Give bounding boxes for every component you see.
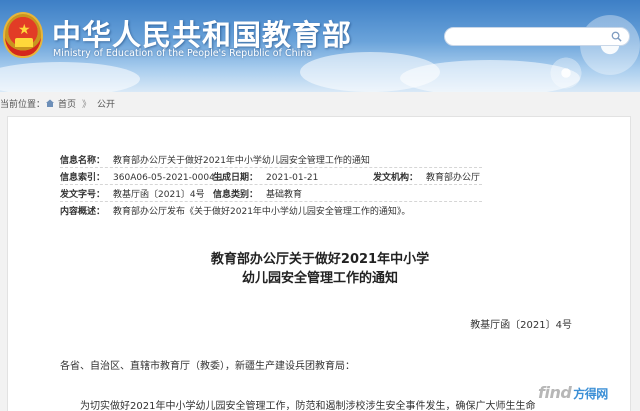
- document-number: 教基厅函〔2021〕4号: [470, 320, 572, 331]
- search-box[interactable]: [444, 27, 630, 46]
- meta-value: 教育部办公厅发布《关于做好2021年中小学幼儿园安全管理工作的通知》。: [113, 207, 411, 217]
- meta-label: 信息类别：: [213, 190, 259, 200]
- meta-value: 360A06-05-2021-0004-1: [113, 173, 224, 183]
- meta-value: 教育部办公厅: [426, 173, 481, 183]
- search-icon[interactable]: [611, 31, 622, 42]
- meta-label: 生成日期：: [213, 173, 259, 183]
- watermark-cn: 方得网: [573, 387, 608, 401]
- meta-value: 2021-01-21: [266, 173, 319, 183]
- meta-doc-number: 发文字号： 教基厅函〔2021〕4号: [60, 187, 205, 200]
- meta-info-name: 信息名称： 教育部办公厅关于做好2021年中小学幼儿园安全管理工作的通知: [60, 153, 370, 166]
- watermark-logo: find 方得网: [538, 383, 608, 402]
- meta-value: 教基厅函〔2021〕4号: [113, 190, 205, 200]
- meta-value: 基础教育: [266, 190, 303, 200]
- meta-summary: 内容概述： 教育部办公厅发布《关于做好2021年中小学幼儿园安全管理工作的通知》。: [60, 204, 410, 217]
- meta-label: 发文字号：: [60, 190, 106, 200]
- meta-divider: [60, 201, 482, 202]
- watermark-latin: find: [538, 383, 572, 402]
- meta-date: 生成日期： 2021-01-21: [213, 170, 318, 183]
- meta-category: 信息类别： 基础教育: [213, 187, 302, 200]
- home-icon: [46, 99, 55, 107]
- document-title-line2: 幼儿园安全管理工作的通知: [241, 271, 398, 286]
- content-panel: 信息名称： 教育部办公厅关于做好2021年中小学幼儿园安全管理工作的通知 信息索引…: [7, 116, 631, 411]
- breadcrumb-prefix: 当前位置：: [0, 99, 46, 110]
- breadcrumb: 当前位置： 首页 》 公开: [0, 96, 115, 110]
- search-input[interactable]: [453, 29, 603, 44]
- meta-divider: [60, 167, 482, 168]
- breadcrumb-home[interactable]: 首页: [58, 97, 76, 110]
- breadcrumb-current[interactable]: 公开: [97, 97, 115, 110]
- dandelion-decoration: [548, 55, 584, 91]
- meta-label: 发文机构：: [373, 173, 419, 183]
- document-recipient: 各省、自治区、直辖市教育厅（教委），新疆生产建设兵团教育局：: [60, 361, 355, 372]
- meta-index: 信息索引： 360A06-05-2021-0004-1: [60, 170, 224, 183]
- header-cloud: [0, 62, 140, 92]
- document-title-line1: 教育部办公厅关于做好2021年中小学: [210, 252, 430, 267]
- meta-label: 信息索引：: [60, 173, 106, 183]
- breadcrumb-separator: 》: [82, 99, 92, 110]
- site-header: ★ 中华人民共和国教育部 Ministry of Education of th…: [0, 0, 640, 92]
- meta-label: 信息名称：: [60, 156, 106, 166]
- meta-divider: [60, 184, 482, 185]
- meta-issuer: 发文机构： 教育部办公厅: [373, 170, 480, 183]
- site-subtitle: Ministry of Education of the People's Re…: [53, 48, 313, 59]
- national-emblem-icon: ★: [3, 12, 43, 58]
- document-body-text: 为切实做好2021年中小学幼儿园安全管理工作，防范和遏制涉校涉生安全事件发生，确…: [80, 401, 536, 411]
- meta-value: 教育部办公厅关于做好2021年中小学幼儿园安全管理工作的通知: [113, 156, 370, 166]
- meta-label: 内容概述：: [60, 207, 106, 217]
